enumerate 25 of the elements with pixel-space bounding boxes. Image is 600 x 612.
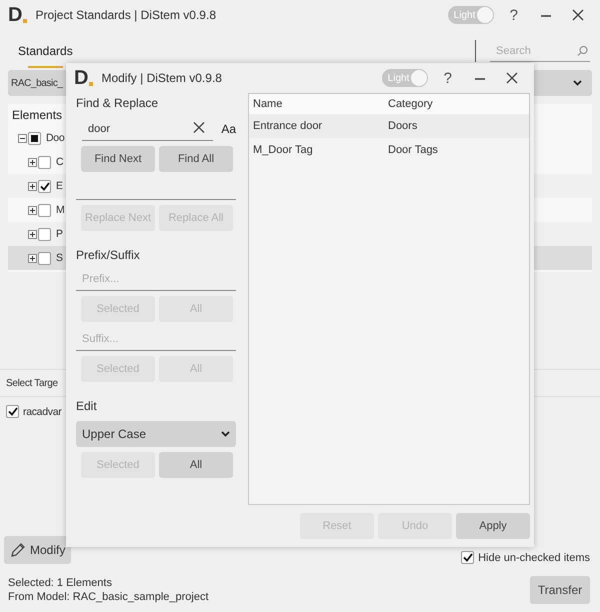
- column-header: Name: [253, 98, 284, 110]
- status-text: From Model: RAC_basic_sample_project: [8, 590, 209, 604]
- table-cell-text: Doors: [388, 120, 418, 132]
- tree-label: M: [56, 204, 64, 216]
- target-label: racadvar: [23, 406, 62, 418]
- logo: D: [8, 5, 28, 25]
- panel-title: Elements: [12, 108, 62, 122]
- tree-label: Doo: [46, 132, 64, 144]
- window-title: Modify | DiStem v0.9.8: [101, 71, 222, 85]
- tree-label: P: [56, 228, 63, 240]
- section-title: Select Targe: [6, 378, 58, 388]
- section-title: Prefix/Suffix: [76, 247, 141, 264]
- column-header: Category: [388, 98, 434, 110]
- tree-label: E: [56, 180, 63, 192]
- table-cell-text: M_Door Tag: [253, 144, 314, 156]
- status-text: Selected: 1 Elements: [8, 576, 113, 590]
- checkbox-label: Hide un-checked items: [478, 552, 590, 564]
- window-title: Project Standards | DiStem v0.9.8: [35, 8, 216, 22]
- section-title: Edit: [76, 398, 98, 415]
- tree-label: C: [56, 156, 64, 168]
- table-cell-text: Door Tags: [388, 144, 439, 156]
- table-cell-text: Entrance door: [253, 120, 324, 132]
- section-title: Find & Replace: [76, 95, 160, 112]
- logo: D: [74, 68, 94, 88]
- tree-label: S: [56, 252, 63, 264]
